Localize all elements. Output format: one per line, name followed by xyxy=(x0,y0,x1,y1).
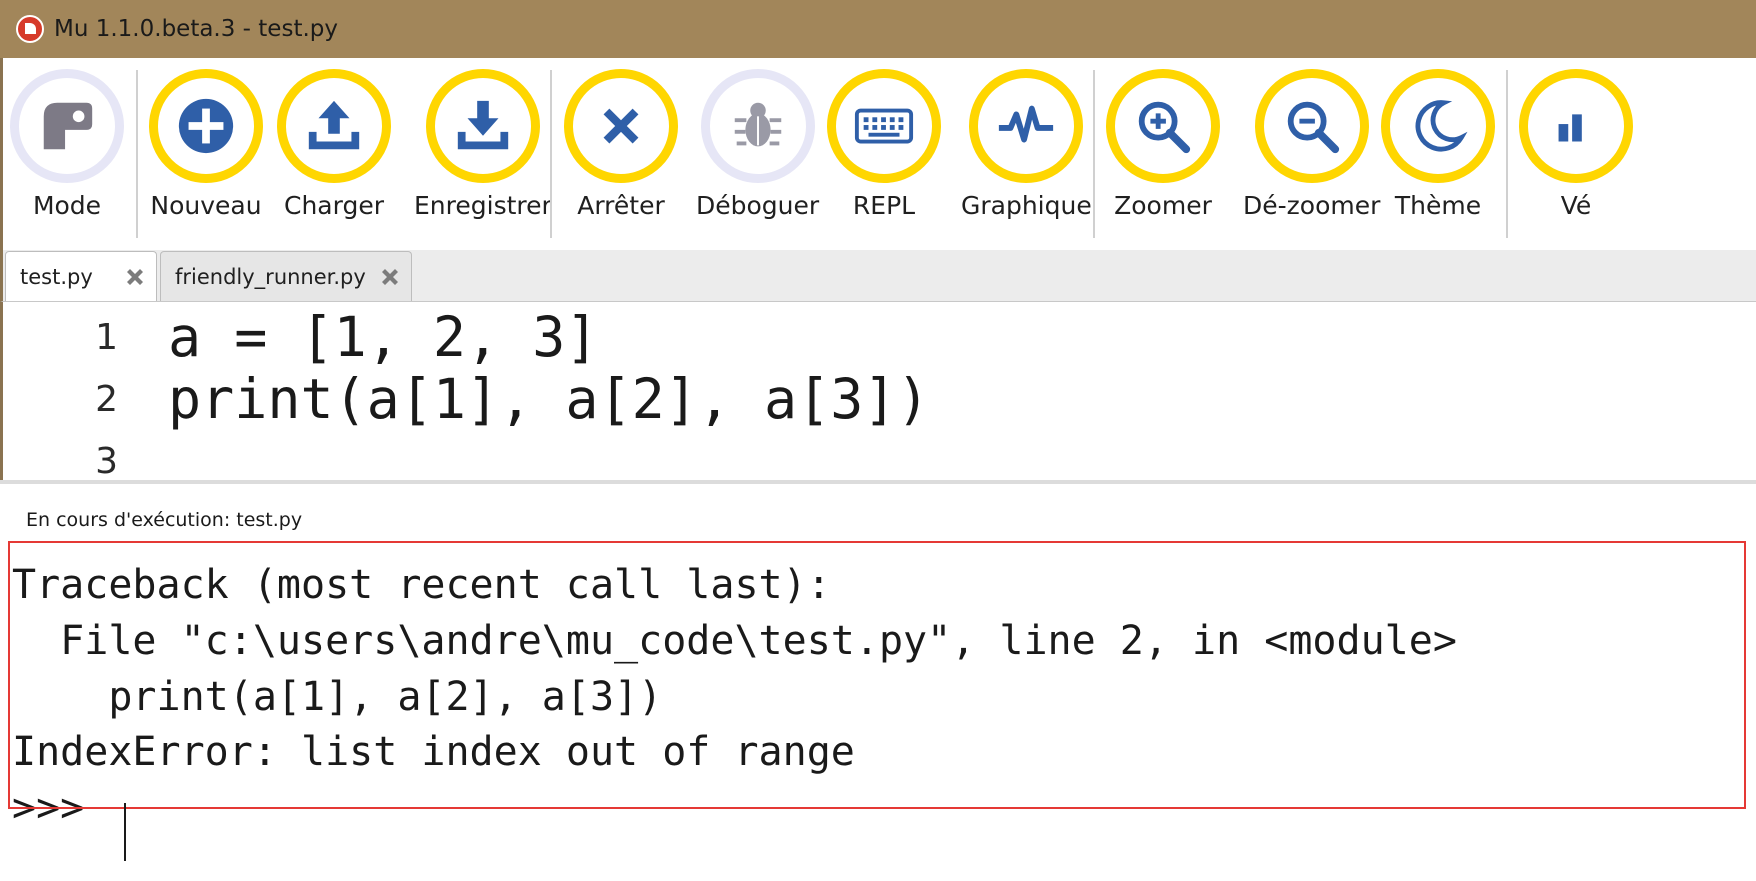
line-number: 3 xyxy=(95,440,118,481)
repl-button[interactable]: REPL xyxy=(827,69,941,220)
load-button[interactable]: Charger xyxy=(277,69,391,220)
zoom-out-label: Dé-zoomer xyxy=(1243,191,1381,220)
title-bar: Mu 1.1.0.beta.3 - test.py xyxy=(0,0,1756,58)
zoom-out-button[interactable]: Dé-zoomer xyxy=(1243,69,1380,220)
zoom-in-icon xyxy=(1138,101,1191,154)
code-line: 2 print(a[1], a[2], a[3]) xyxy=(3,364,1753,434)
debug-label: Déboguer xyxy=(696,191,820,220)
traceback-line: File "c:\users\andre\mu_code\test.py", l… xyxy=(12,618,1457,664)
tab-label: friendly_runner.py xyxy=(175,264,366,289)
mode-label: Mode xyxy=(32,191,102,220)
theme-label: Thème xyxy=(1394,191,1482,220)
pane-splitter[interactable] xyxy=(0,480,1756,484)
new-label: Nouveau xyxy=(150,191,262,220)
check-label: Vé xyxy=(1560,191,1592,220)
mode-icon xyxy=(43,102,93,150)
run-status-label: En cours d'exécution: test.py xyxy=(26,509,303,531)
traceback-line: print(a[1], a[2], a[3]) xyxy=(12,674,663,720)
upload-icon xyxy=(308,100,360,150)
tab-test-py[interactable]: test.py xyxy=(5,251,157,301)
text-cursor xyxy=(124,803,126,861)
plotter-button[interactable]: Graphique xyxy=(961,69,1092,220)
line-number: 2 xyxy=(95,378,118,420)
stop-button[interactable]: Arrêter xyxy=(564,69,678,220)
toolbar-divider xyxy=(1093,70,1095,238)
check-code-icon xyxy=(1558,114,1582,142)
bug-icon xyxy=(734,102,781,147)
repl-prompt: >>> xyxy=(12,785,109,831)
code-text: a = [1, 2, 3] xyxy=(168,305,599,369)
plotter-label: Graphique xyxy=(961,191,1092,220)
zoom-out-icon xyxy=(1287,101,1339,154)
code-text: print(a[1], a[2], a[3]) xyxy=(168,367,930,431)
save-button[interactable]: Enregistrer xyxy=(414,69,552,220)
toolbar-divider xyxy=(550,70,552,238)
close-icon xyxy=(603,108,639,144)
zoom-in-label: Zoomer xyxy=(1114,191,1212,220)
code-line: 1 a = [1, 2, 3] xyxy=(3,302,1753,372)
code-line: 3 xyxy=(3,426,1753,481)
tab-friendly-runner-py[interactable]: friendly_runner.py xyxy=(160,251,412,301)
check-button[interactable]: Vé xyxy=(1519,69,1633,220)
repl-pane[interactable]: Traceback (most recent call last): File … xyxy=(0,538,1756,881)
close-icon[interactable] xyxy=(124,266,146,288)
tab-bar: test.py friendly_runner.py xyxy=(0,250,1756,302)
theme-button[interactable]: Thème xyxy=(1381,69,1495,220)
repl-label: REPL xyxy=(852,191,916,220)
close-icon[interactable] xyxy=(379,266,401,288)
plus-icon xyxy=(178,98,234,154)
traceback-line: Traceback (most recent call last): xyxy=(12,562,831,608)
save-label: Enregistrer xyxy=(414,191,552,220)
download-icon xyxy=(457,100,509,150)
line-number: 1 xyxy=(95,316,118,358)
tab-label: test.py xyxy=(20,264,93,289)
error-line: IndexError: list index out of range xyxy=(12,729,855,775)
window-title: Mu 1.1.0.beta.3 - test.py xyxy=(54,16,338,42)
zoom-in-button[interactable]: Zoomer xyxy=(1106,69,1220,220)
code-editor[interactable]: 1 a = [1, 2, 3] 2 print(a[1], a[2], a[3]… xyxy=(0,302,1756,480)
mu-logo-icon xyxy=(16,15,44,43)
new-button[interactable]: Nouveau xyxy=(149,69,263,220)
moon-icon xyxy=(1415,100,1468,152)
load-label: Charger xyxy=(284,191,384,220)
stop-label: Arrêter xyxy=(577,191,665,220)
keyboard-icon xyxy=(854,108,914,144)
toolbar-divider xyxy=(1506,70,1508,238)
toolbar-divider xyxy=(136,70,138,238)
pulse-icon xyxy=(999,105,1054,143)
mode-button[interactable]: Mode xyxy=(10,69,124,220)
toolbar: Mode Nouveau Charger Enregistrer Arrêter… xyxy=(0,58,1756,250)
debug-button[interactable]: Déboguer xyxy=(696,69,819,220)
